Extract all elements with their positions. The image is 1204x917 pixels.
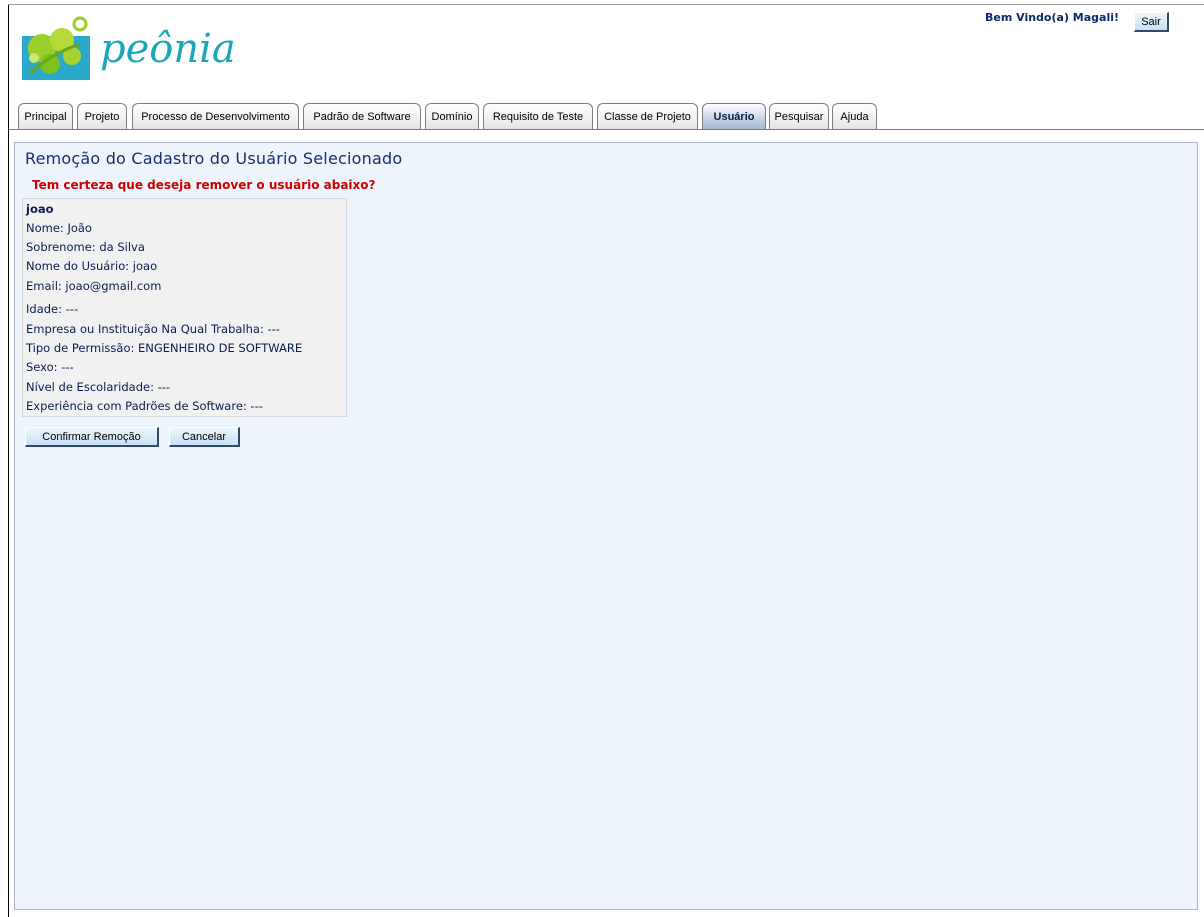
window-frame-top [8, 4, 1204, 5]
logout-button[interactable]: Sair [1134, 12, 1169, 32]
content-panel: Remoção do Cadastro do Usuário Seleciona… [14, 142, 1198, 910]
welcome-message: Bem Vindo(a) Magali! [985, 11, 1120, 24]
window-frame-left [8, 4, 9, 917]
detail-sobrenome: Sobrenome: da Silva [26, 240, 145, 254]
removal-question: Tem certeza que deseja remover o usuário… [32, 178, 376, 192]
tab-pesquisar[interactable]: Pesquisar [769, 103, 829, 130]
cancel-button[interactable]: Cancelar [169, 427, 240, 447]
detail-email: Email: joao@gmail.com [26, 279, 162, 293]
flower-logo-icon [22, 16, 90, 80]
detail-escolaridade: Nível de Escolaridade: --- [26, 380, 171, 394]
tab-ajuda[interactable]: Ajuda [832, 103, 877, 130]
tab-projeto[interactable]: Projeto [77, 103, 127, 130]
tab-requisito-teste[interactable]: Requisito de Teste [483, 103, 593, 130]
tab-usuario[interactable]: Usuário [702, 103, 766, 130]
detail-idade: Idade: --- [26, 302, 79, 316]
page-title: Remoção do Cadastro do Usuário Seleciona… [25, 149, 403, 168]
detail-sexo: Sexo: --- [26, 360, 74, 374]
detail-tipo-permissao: Tipo de Permissão: ENGENHEIRO DE SOFTWAR… [26, 341, 303, 355]
tab-baseline [9, 129, 1204, 130]
tab-padrao-software[interactable]: Padrão de Software [303, 103, 421, 130]
tab-principal[interactable]: Principal [18, 103, 73, 130]
tab-processo-desenvolvimento[interactable]: Processo de Desenvolvimento [132, 103, 299, 130]
detail-nome-usuario: Nome do Usuário: joao [26, 259, 158, 273]
tab-dominio[interactable]: Domínio [425, 103, 479, 130]
detail-username: joao [26, 202, 54, 216]
confirm-removal-button[interactable]: Confirmar Remoção [25, 427, 159, 447]
user-details-box: joao Nome: João Sobrenome: da Silva Nome… [22, 198, 347, 417]
detail-experiencia: Experiência com Padrões de Software: --- [26, 399, 263, 413]
detail-nome: Nome: João [26, 221, 92, 235]
brand-name: peônia [100, 26, 236, 72]
detail-empresa: Empresa ou Instituição Na Qual Trabalha:… [26, 322, 280, 336]
tab-classe-projeto[interactable]: Classe de Projeto [597, 103, 698, 130]
brand-logo: peônia [20, 10, 240, 84]
